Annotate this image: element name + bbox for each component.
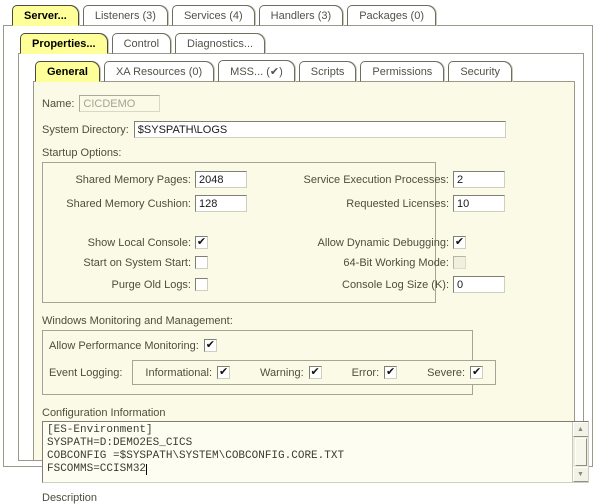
- name-field: [79, 95, 160, 112]
- severe-label: Severe:: [427, 367, 465, 379]
- event-logging-label: Event Logging:: [49, 367, 122, 379]
- service-execution-processes-field[interactable]: [453, 171, 505, 188]
- tabstrip-level2: Properties... Control Diagnostics...: [12, 33, 592, 54]
- event-logging-row: Event Logging: Informational: ✔ Warning:…: [49, 360, 466, 385]
- tab-xa-resources[interactable]: XA Resources (0): [104, 61, 214, 82]
- console-log-size-label: Console Log Size (K):: [257, 279, 453, 291]
- tab-control[interactable]: Control: [112, 33, 171, 54]
- shared-memory-cushion-field[interactable]: [195, 195, 247, 212]
- purge-old-logs-checkbox[interactable]: [195, 278, 208, 291]
- configuration-information-label: Configuration Information: [42, 407, 574, 419]
- warning-label: Warning:: [260, 367, 304, 379]
- tabstrip-level1: Server... Listeners (3) Services (4) Han…: [0, 5, 600, 26]
- system-directory-field[interactable]: [134, 121, 506, 138]
- requested-licenses-field[interactable]: [453, 195, 505, 212]
- system-directory-row: System Directory:: [42, 121, 574, 138]
- tab-services[interactable]: Services (4): [172, 5, 255, 26]
- tab-properties[interactable]: Properties...: [20, 33, 108, 54]
- name-row: Name:: [42, 95, 574, 112]
- system-directory-label: System Directory:: [42, 124, 129, 136]
- tab-general[interactable]: General: [35, 61, 100, 82]
- informational-label: Informational:: [145, 367, 212, 379]
- configuration-information-textarea[interactable]: [ES-Environment] SYSPATH=D:DEMO2ES_CICS …: [42, 421, 589, 483]
- spacer: [49, 219, 519, 229]
- allow-dynamic-debugging-label: Allow Dynamic Debugging:: [257, 237, 453, 249]
- severe-checkbox[interactable]: ✔: [470, 366, 483, 379]
- allow-dynamic-debugging-checkbox[interactable]: ✔: [453, 236, 466, 249]
- scroll-down-icon[interactable]: ▼: [573, 467, 589, 482]
- allow-performance-monitoring-checkbox[interactable]: ✔: [204, 339, 217, 352]
- description-label: Description: [42, 492, 574, 504]
- startup-options-group: Shared Memory Pages: Service Execution P…: [42, 162, 436, 303]
- tab-packages[interactable]: Packages (0): [347, 5, 436, 26]
- tab-server[interactable]: Server...: [12, 5, 79, 26]
- requested-licenses-label: Requested Licenses:: [257, 198, 453, 210]
- start-on-system-start-checkbox[interactable]: [195, 256, 208, 269]
- general-panel: Name: System Directory: Startup Options:…: [33, 81, 575, 461]
- tab-scripts[interactable]: Scripts: [299, 61, 357, 82]
- monitoring-label: Windows Monitoring and Management:: [42, 315, 574, 327]
- tab-listeners[interactable]: Listeners (3): [83, 5, 168, 26]
- tab-mss[interactable]: MSS... (✔): [218, 60, 295, 82]
- startup-options-label: Startup Options:: [42, 147, 574, 159]
- console-log-size-field[interactable]: [453, 276, 505, 293]
- name-label: Name:: [42, 98, 74, 110]
- 64bit-working-mode-label: 64-Bit Working Mode:: [257, 257, 453, 269]
- purge-old-logs-label: Purge Old Logs:: [49, 279, 195, 291]
- shared-memory-pages-label: Shared Memory Pages:: [49, 174, 195, 186]
- show-local-console-checkbox[interactable]: ✔: [195, 236, 208, 249]
- scroll-up-icon[interactable]: ▲: [573, 422, 589, 437]
- 64bit-working-mode-checkbox: [453, 256, 466, 269]
- shared-memory-pages-field[interactable]: [195, 171, 247, 188]
- warning-checkbox[interactable]: ✔: [309, 366, 322, 379]
- event-logging-box: Informational: ✔ Warning: ✔ Error: ✔: [132, 360, 496, 385]
- tabstrip-level3: General XA Resources (0) MSS... (✔) Scri…: [27, 60, 583, 82]
- tab-security[interactable]: Security: [448, 61, 512, 82]
- shared-memory-cushion-label: Shared Memory Cushion:: [49, 198, 195, 210]
- error-checkbox[interactable]: ✔: [384, 366, 397, 379]
- show-local-console-label: Show Local Console:: [49, 237, 195, 249]
- tab-diagnostics[interactable]: Diagnostics...: [175, 33, 265, 54]
- scrollbar-thumb[interactable]: [575, 438, 587, 466]
- tab-permissions[interactable]: Permissions: [360, 61, 444, 82]
- error-label: Error:: [352, 367, 380, 379]
- allow-performance-monitoring-label: Allow Performance Monitoring:: [49, 340, 199, 352]
- tab-handlers[interactable]: Handlers (3): [259, 5, 344, 26]
- server-admin-page: Server... Listeners (3) Services (4) Han…: [0, 0, 600, 467]
- properties-panel: General XA Resources (0) MSS... (✔) Scri…: [18, 53, 584, 461]
- service-execution-processes-label: Service Execution Processes:: [257, 174, 453, 186]
- vertical-scrollbar[interactable]: ▲ ▼: [572, 422, 588, 482]
- informational-checkbox[interactable]: ✔: [217, 366, 230, 379]
- start-on-system-start-label: Start on System Start:: [49, 257, 195, 269]
- server-panel: Properties... Control Diagnostics... Gen…: [3, 25, 593, 467]
- monitoring-group: Allow Performance Monitoring: ✔ Event Lo…: [42, 330, 473, 395]
